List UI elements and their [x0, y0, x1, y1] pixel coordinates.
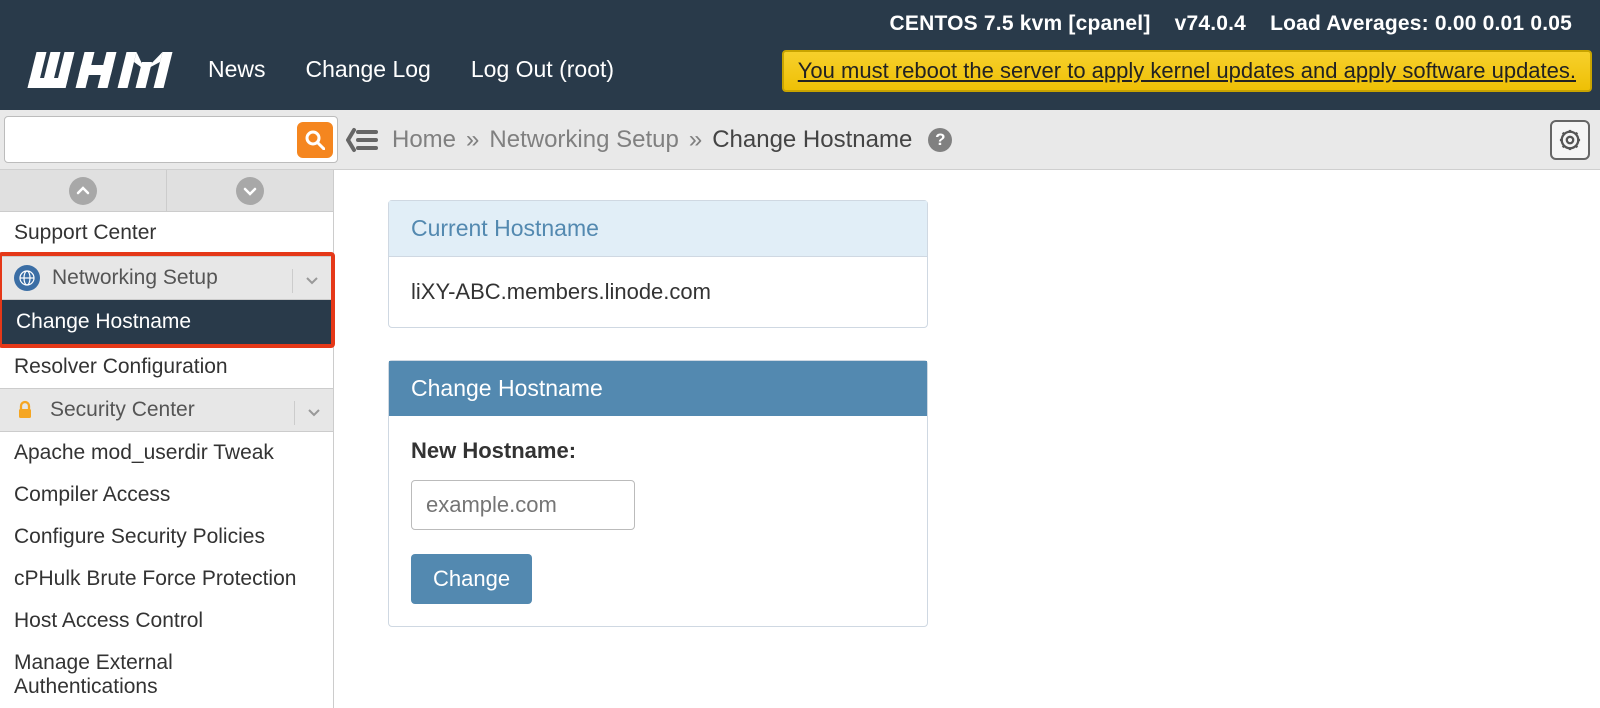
new-hostname-label: New Hostname: [411, 438, 905, 464]
sidebar-item-change-hostname[interactable]: Change Hostname [2, 300, 331, 344]
gear-icon [1559, 129, 1581, 151]
breadcrumb: Home » Networking Setup » Change Hostnam… [392, 126, 952, 154]
chevron-down-icon [236, 177, 264, 205]
sidebar-item-configure-security-policies[interactable]: Configure Security Policies [0, 516, 333, 558]
main-content: Current Hostname liXY-ABC.members.linode… [334, 170, 1600, 627]
settings-button[interactable] [1550, 120, 1590, 160]
sidebar-group-label: Security Center [50, 398, 195, 422]
current-hostname-value: liXY-ABC.members.linode.com [389, 257, 927, 327]
search-input[interactable] [13, 119, 297, 160]
sidebar-item-support-center[interactable]: Support Center [0, 212, 333, 254]
version-info: v74.0.4 [1175, 12, 1246, 35]
search-button[interactable] [297, 122, 333, 158]
crumb-sep: » [689, 126, 702, 154]
load-averages: Load Averages: 0.00 0.01 0.05 [1270, 12, 1572, 35]
sidebar-item-manage-external-auth[interactable]: Manage External Authentications [0, 642, 333, 708]
sidebar-group-networking-setup[interactable]: Networking Setup [2, 256, 331, 300]
sidebar-item-compiler-access[interactable]: Compiler Access [0, 474, 333, 516]
sidebar-item-host-access-control[interactable]: Host Access Control [0, 600, 333, 642]
chevron-up-icon [69, 177, 97, 205]
nav-news[interactable]: News [208, 56, 266, 83]
search-icon [305, 130, 325, 150]
search-wrap [4, 116, 338, 163]
crumb-current: Change Hostname [712, 126, 912, 154]
panel-header: Current Hostname [389, 201, 927, 257]
sidebar-item-apache-mod-userdir[interactable]: Apache mod_userdir Tweak [0, 432, 333, 474]
topbar: CENTOS 7.5 kvm [cpanel] v74.0.4 Load Ave… [0, 0, 1600, 110]
crumb-sep: » [466, 126, 479, 154]
sidebar-scroll-down[interactable] [167, 170, 333, 211]
sidebar-item-resolver-configuration[interactable]: Resolver Configuration [0, 346, 333, 388]
chevron-down-icon [294, 401, 321, 425]
nav-changelog[interactable]: Change Log [306, 56, 431, 83]
sidebar-item-cphulk[interactable]: cPHulk Brute Force Protection [0, 558, 333, 600]
whm-logo[interactable] [26, 46, 184, 94]
substrip: Home » Networking Setup » Change Hostnam… [0, 110, 1600, 170]
change-button[interactable]: Change [411, 554, 532, 604]
sidebar-group-security-center[interactable]: Security Center [0, 388, 333, 432]
reboot-banner[interactable]: You must reboot the server to apply kern… [782, 50, 1592, 92]
status-line: CENTOS 7.5 kvm [cpanel] v74.0.4 Load Ave… [872, 12, 1572, 36]
nav-logout[interactable]: Log Out (root) [471, 56, 614, 83]
help-icon[interactable]: ? [928, 128, 952, 152]
sidebar-arrow-row [0, 170, 333, 212]
sidebar-scroll-up[interactable] [0, 170, 167, 211]
chevron-down-icon [292, 269, 319, 293]
highlight-box: Networking Setup Change Hostname [0, 252, 335, 348]
os-info: CENTOS 7.5 kvm [cpanel] [890, 12, 1151, 35]
new-hostname-input[interactable] [411, 480, 635, 530]
panel-current-hostname: Current Hostname liXY-ABC.members.linode… [388, 200, 928, 328]
crumb-home[interactable]: Home [392, 126, 456, 154]
panel-change-hostname: Change Hostname New Hostname: Change [388, 360, 928, 627]
breadcrumb-area: Home » Networking Setup » Change Hostnam… [338, 110, 1600, 169]
top-nav: News Change Log Log Out (root) [208, 56, 614, 83]
sidebar-group-label: Networking Setup [52, 266, 218, 290]
panel-header: Change Hostname [389, 361, 927, 416]
globe-icon [14, 265, 40, 291]
lock-icon [12, 397, 38, 423]
collapse-sidebar-icon[interactable] [346, 124, 378, 156]
crumb-networking[interactable]: Networking Setup [489, 126, 678, 154]
sidebar: Support Center Networking Setup Change H… [0, 170, 334, 708]
